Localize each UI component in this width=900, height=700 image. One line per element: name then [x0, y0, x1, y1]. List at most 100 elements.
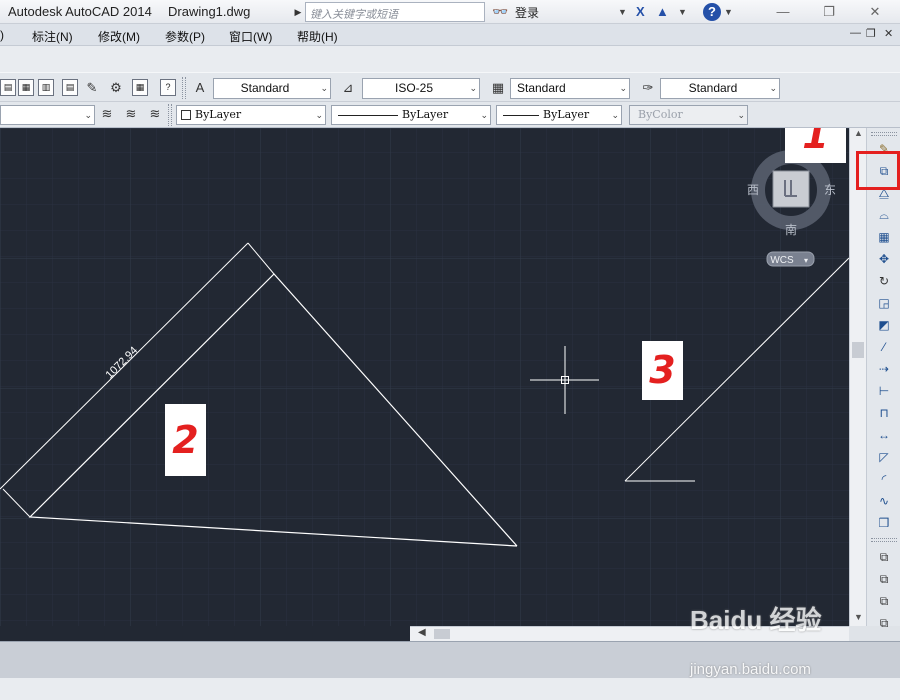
properties-toolbar: ⌄ ≋ ≋ ≋ ByLayer ⌄ ByLayer ⌄ ByLayer ⌄ By…	[0, 102, 900, 128]
bring-above-icon[interactable]: ⧉	[875, 592, 893, 610]
restore-button[interactable]: ❐	[814, 2, 844, 22]
markup-icon[interactable]: ✎	[82, 78, 102, 98]
break-icon[interactable]: ⊓	[875, 404, 893, 422]
menu-item-partial[interactable]: )	[0, 28, 4, 42]
extend-icon[interactable]: ⇢	[875, 360, 893, 378]
title-bar: Autodesk AutoCAD 2014 Drawing1.dwg ▶ 键入关…	[0, 0, 900, 24]
doc-restore-icon[interactable]: ❐	[866, 27, 876, 40]
chevron-down-icon: ⌄	[84, 110, 92, 120]
toolbar-separator	[168, 104, 172, 126]
doc-minimize-icon[interactable]: —	[850, 27, 861, 39]
annotation-2: 2	[165, 404, 206, 476]
chevron-down-icon: ⌄	[480, 110, 488, 120]
calculator-icon[interactable]: ▦	[132, 79, 148, 96]
viewcube-west: 西	[747, 183, 759, 197]
help-icon[interactable]: ?	[160, 79, 176, 96]
layer-select[interactable]: ⌄	[0, 105, 95, 125]
autodesk-a360-icon[interactable]: ▲	[656, 3, 669, 21]
vertical-scrollbar[interactable]: ▲ ▼	[849, 128, 866, 626]
menu-item-modify[interactable]: 修改(M)	[98, 28, 140, 45]
modify-toolbar: ✎ ⧉ ⧋ ⌓ ▦ ✥ ↻ ◲ ◩ ⁄ ⇢ ⊢ ⊓ ↔ ◸ ◜ ∿ ❒ ⧉ ⧉ …	[866, 128, 900, 630]
break-at-point-icon[interactable]: ⊢	[875, 382, 893, 400]
multileader-style-icon[interactable]: ✑	[638, 78, 658, 98]
close-button[interactable]: ✕	[860, 2, 890, 22]
text-style-select[interactable]: Standard ⌄	[213, 78, 331, 99]
table-style-icon[interactable]: ▦	[488, 78, 508, 98]
minimize-button[interactable]: —	[768, 2, 798, 22]
linetype-select[interactable]: ByLayer ⌄	[331, 105, 491, 125]
send-under-icon[interactable]: ⧉	[875, 614, 893, 632]
menu-item-dimension[interactable]: 标注(N)	[32, 28, 73, 45]
scroll-left-icon[interactable]: ◀	[418, 627, 426, 638]
chevron-down-icon: ⌄	[320, 83, 328, 93]
color-select[interactable]: ByLayer ⌄	[176, 105, 326, 125]
drawing-area[interactable]: 1072.94 西 东 南 WCS ▾ 1 2 3	[0, 128, 849, 626]
lineweight-select[interactable]: ByLayer ⌄	[496, 105, 622, 125]
menu-item-window[interactable]: 窗口(W)	[229, 28, 272, 45]
status-bar	[0, 678, 900, 700]
menu-item-help[interactable]: 帮助(H)	[297, 28, 338, 45]
color-swatch	[181, 110, 191, 120]
expand-arrow-icon[interactable]: ▶	[292, 3, 304, 21]
tool-palettes-icon[interactable]: ▥	[38, 79, 54, 96]
toolbar-grip[interactable]	[871, 132, 897, 136]
layer-states-icon[interactable]: ≋	[145, 104, 165, 124]
join-icon[interactable]: ↔	[875, 426, 893, 444]
canvas-bottom	[0, 626, 410, 641]
binoculars-icon[interactable]: 👓	[492, 3, 508, 21]
text-style-icon[interactable]: A	[190, 78, 210, 98]
trim-icon[interactable]: ⁄	[875, 338, 893, 356]
exchange-icon[interactable]: X	[636, 3, 645, 21]
layer-previous-icon[interactable]: ≋	[121, 104, 141, 124]
chevron-down-icon[interactable]: ▼	[678, 3, 687, 21]
scroll-down-icon[interactable]: ▼	[850, 612, 867, 622]
dbconnect-icon[interactable]: ⚙	[106, 78, 126, 98]
document-title: Drawing1.dwg	[168, 4, 251, 19]
dim-style-icon[interactable]: ⊿	[338, 78, 358, 98]
scroll-up-icon[interactable]: ▲	[850, 128, 867, 138]
search-input[interactable]: 键入关键字或短语	[305, 2, 485, 22]
fillet-icon[interactable]: ◜	[875, 470, 893, 488]
sign-in-button[interactable]: 登录	[515, 4, 539, 21]
autocad-window: Autodesk AutoCAD 2014 Drawing1.dwg ▶ 键入关…	[0, 0, 900, 700]
help-button[interactable]: ?	[703, 3, 721, 21]
highlight-box	[856, 151, 900, 190]
scroll-thumb[interactable]	[434, 629, 450, 639]
draw-order-front-icon[interactable]: ⧉	[875, 548, 893, 566]
chevron-down-icon: ⌄	[611, 110, 619, 120]
doc-close-icon[interactable]: ✕	[884, 27, 893, 40]
chevron-down-icon: ⌄	[737, 110, 745, 120]
move-icon[interactable]: ✥	[875, 250, 893, 268]
chamfer-icon[interactable]: ◸	[875, 448, 893, 466]
plot-style-select[interactable]: ByColor ⌄	[629, 105, 748, 125]
draw-order-back-icon[interactable]: ⧉	[875, 570, 893, 588]
chevron-down-icon[interactable]: ▼	[724, 3, 733, 21]
lineweight-preview	[503, 115, 539, 116]
viewcube-south: 南	[785, 222, 797, 237]
dim-style-select[interactable]: ISO-25 ⌄	[362, 78, 480, 99]
sheet-set-icon[interactable]: ▤	[62, 79, 78, 96]
ucs-menu[interactable]: WCS ▾	[766, 251, 815, 267]
toolbar-separator	[182, 77, 186, 99]
styles-toolbar: ▤ ▦ ▥ ▤ ✎ ⚙ ▦ ? A Standard ⌄ ⊿ ISO-25 ⌄ ▦ …	[0, 72, 900, 102]
table-style-select[interactable]: Standard ⌄	[510, 78, 630, 99]
scale-icon[interactable]: ◲	[875, 294, 893, 312]
array-icon[interactable]: ▦	[875, 228, 893, 246]
scroll-thumb[interactable]	[852, 342, 864, 358]
chevron-down-icon: ▾	[804, 256, 808, 265]
design-center-icon[interactable]: ▦	[18, 79, 34, 96]
properties-icon[interactable]: ▤	[0, 79, 16, 96]
rotate-icon[interactable]: ↻	[875, 272, 893, 290]
blend-curves-icon[interactable]: ∿	[875, 492, 893, 510]
make-layer-current-icon[interactable]: ≋	[97, 104, 117, 124]
drawing-svg: 1072.94 西 东 南 WCS ▾	[0, 128, 849, 626]
offset-icon[interactable]: ⌓	[875, 206, 893, 224]
stretch-icon[interactable]: ◩	[875, 316, 893, 334]
menu-bar: ) 标注(N) 修改(M) 参数(P) 窗口(W) 帮助(H) — ❐ ✕	[0, 24, 900, 46]
chevron-down-icon[interactable]: ▼	[618, 3, 627, 21]
explode-icon[interactable]: ❒	[875, 514, 893, 532]
multileader-style-select[interactable]: Standard ⌄	[660, 78, 780, 99]
baidu-watermark: Baidu 经验	[690, 605, 822, 635]
menu-item-parametric[interactable]: 参数(P)	[165, 28, 205, 45]
toolbar-grip[interactable]	[871, 538, 897, 542]
